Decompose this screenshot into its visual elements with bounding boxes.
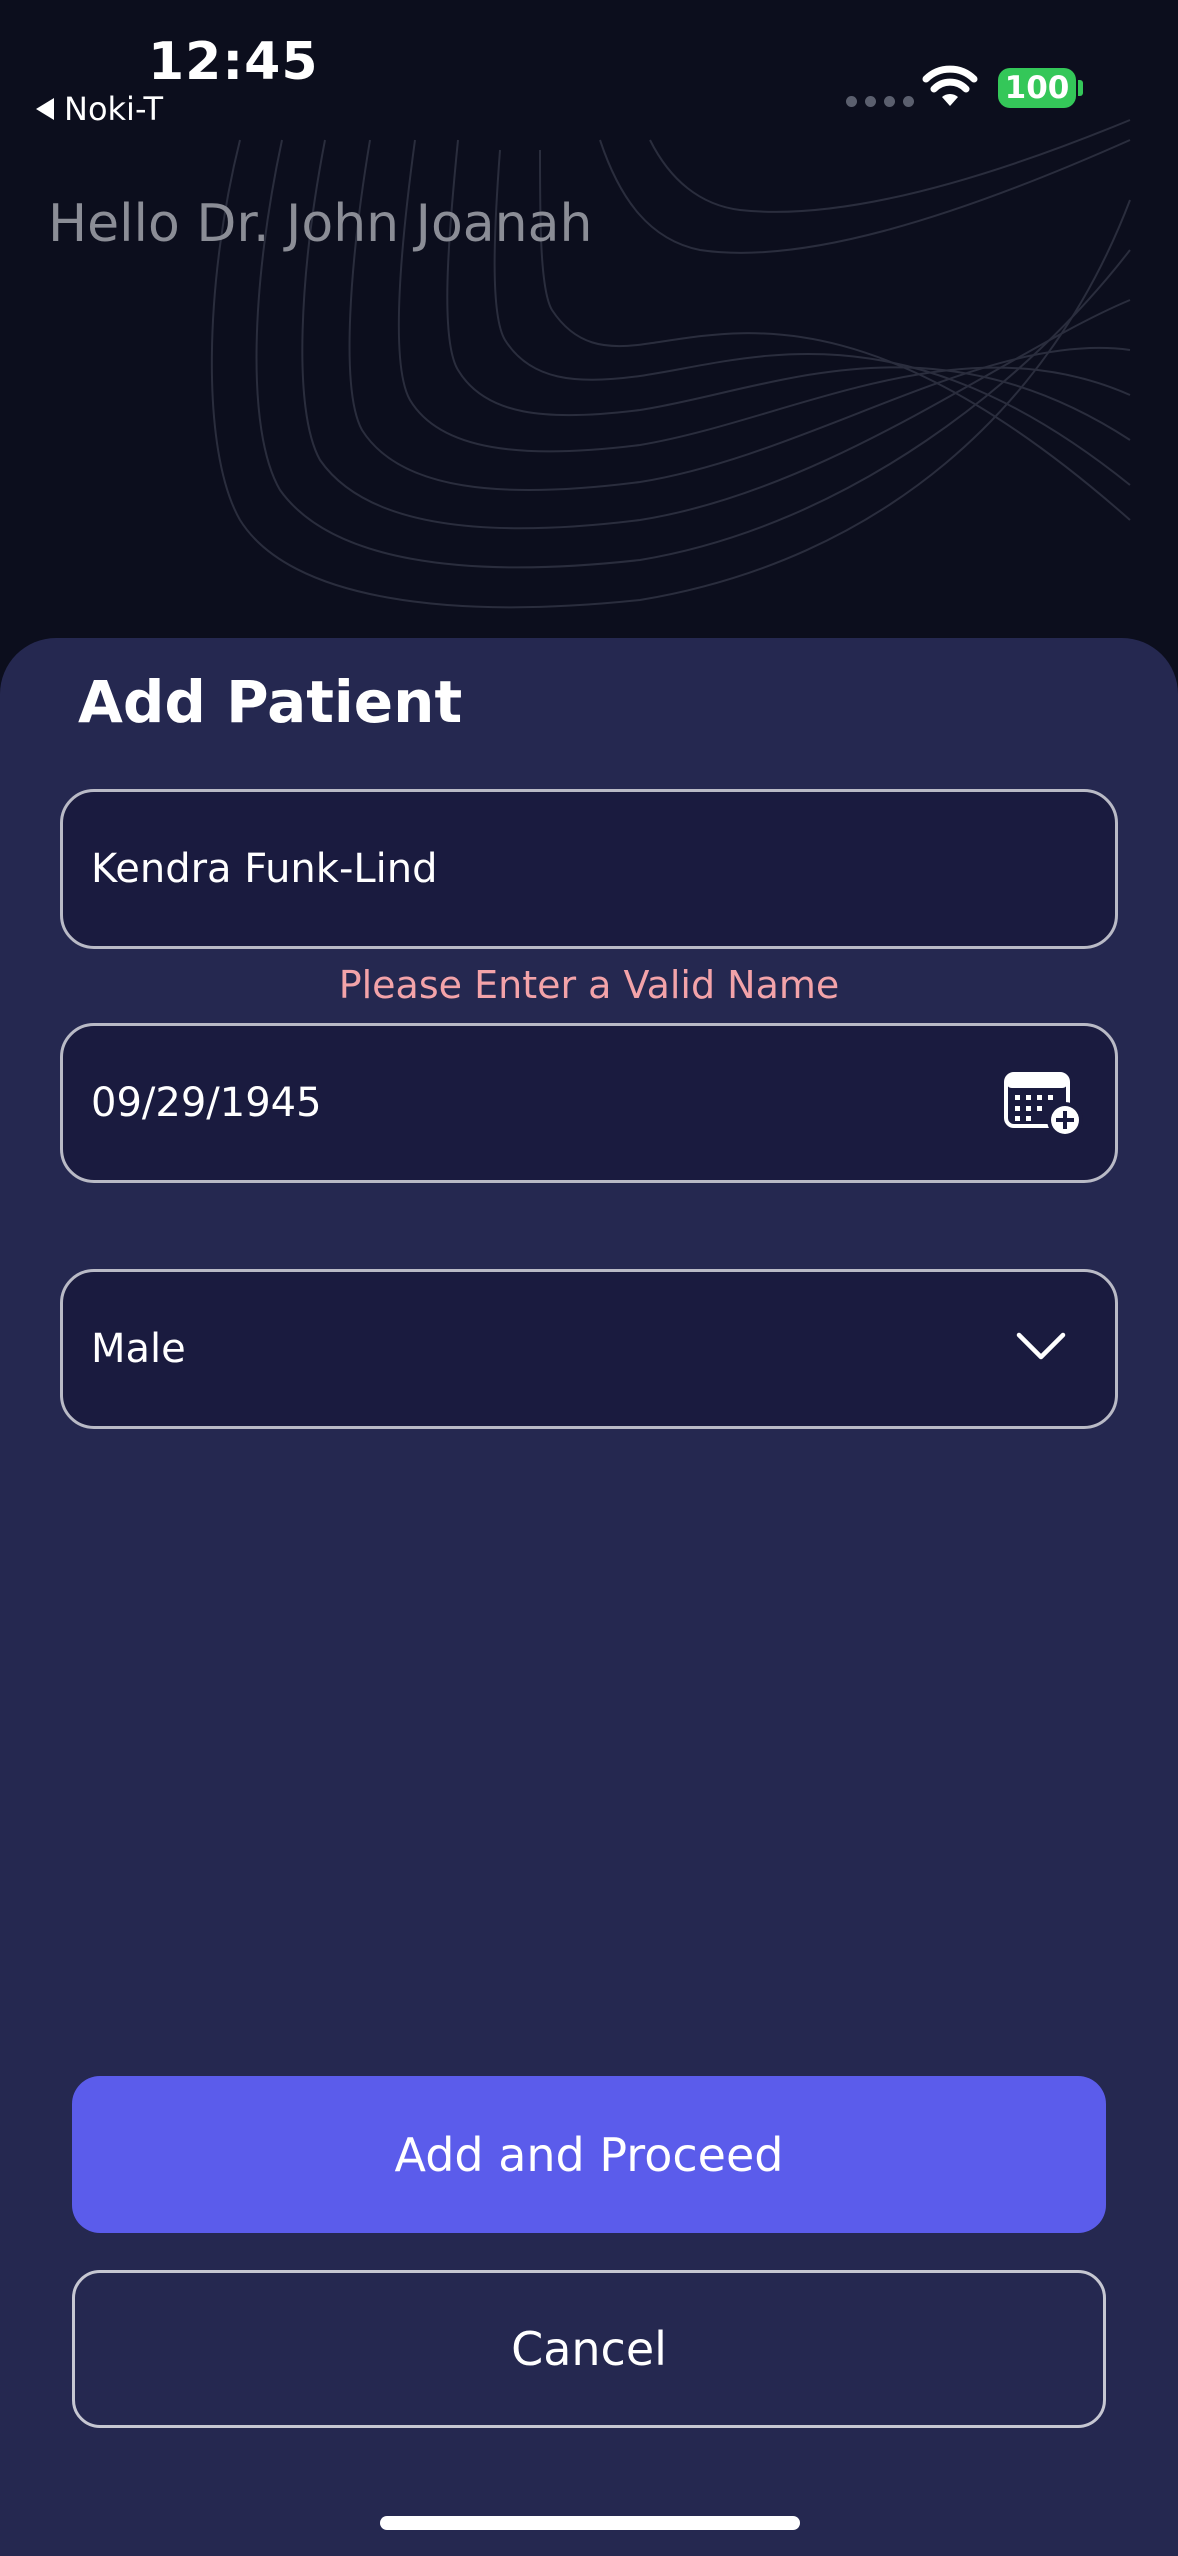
wifi-icon	[922, 65, 978, 106]
screen: 12:45 Noki-T 100 Hello Dr. John Joanah A…	[0, 0, 1178, 2556]
add-and-proceed-button[interactable]: Add and Proceed	[72, 2076, 1106, 2233]
cellular-signal-icon	[846, 96, 914, 107]
battery-nub	[1078, 80, 1083, 96]
date-of-birth-input[interactable]: 09/29/1945	[60, 1023, 1118, 1183]
home-indicator[interactable]	[380, 2516, 800, 2530]
cancel-button[interactable]: Cancel	[72, 2270, 1106, 2428]
calendar-add-icon[interactable]	[1003, 1068, 1085, 1140]
gender-select[interactable]: Male	[60, 1269, 1118, 1429]
back-to-app-button[interactable]: Noki-T	[36, 90, 163, 128]
chevron-down-icon[interactable]	[1015, 1330, 1067, 1362]
back-app-label: Noki-T	[64, 90, 164, 128]
back-arrow-icon	[36, 98, 54, 120]
sheet-title: Add Patient	[78, 668, 463, 736]
gender-value: Male	[91, 1326, 186, 1372]
greeting-text: Hello Dr. John Joanah	[48, 194, 593, 254]
status-time: 12:45	[148, 32, 319, 92]
patient-name-value: Kendra Funk-Lind	[91, 846, 438, 892]
battery-indicator: 100	[998, 68, 1076, 108]
patient-name-input[interactable]: Kendra Funk-Lind	[60, 789, 1118, 949]
name-error-message: Please Enter a Valid Name	[338, 963, 840, 1007]
date-of-birth-value: 09/29/1945	[91, 1080, 322, 1126]
